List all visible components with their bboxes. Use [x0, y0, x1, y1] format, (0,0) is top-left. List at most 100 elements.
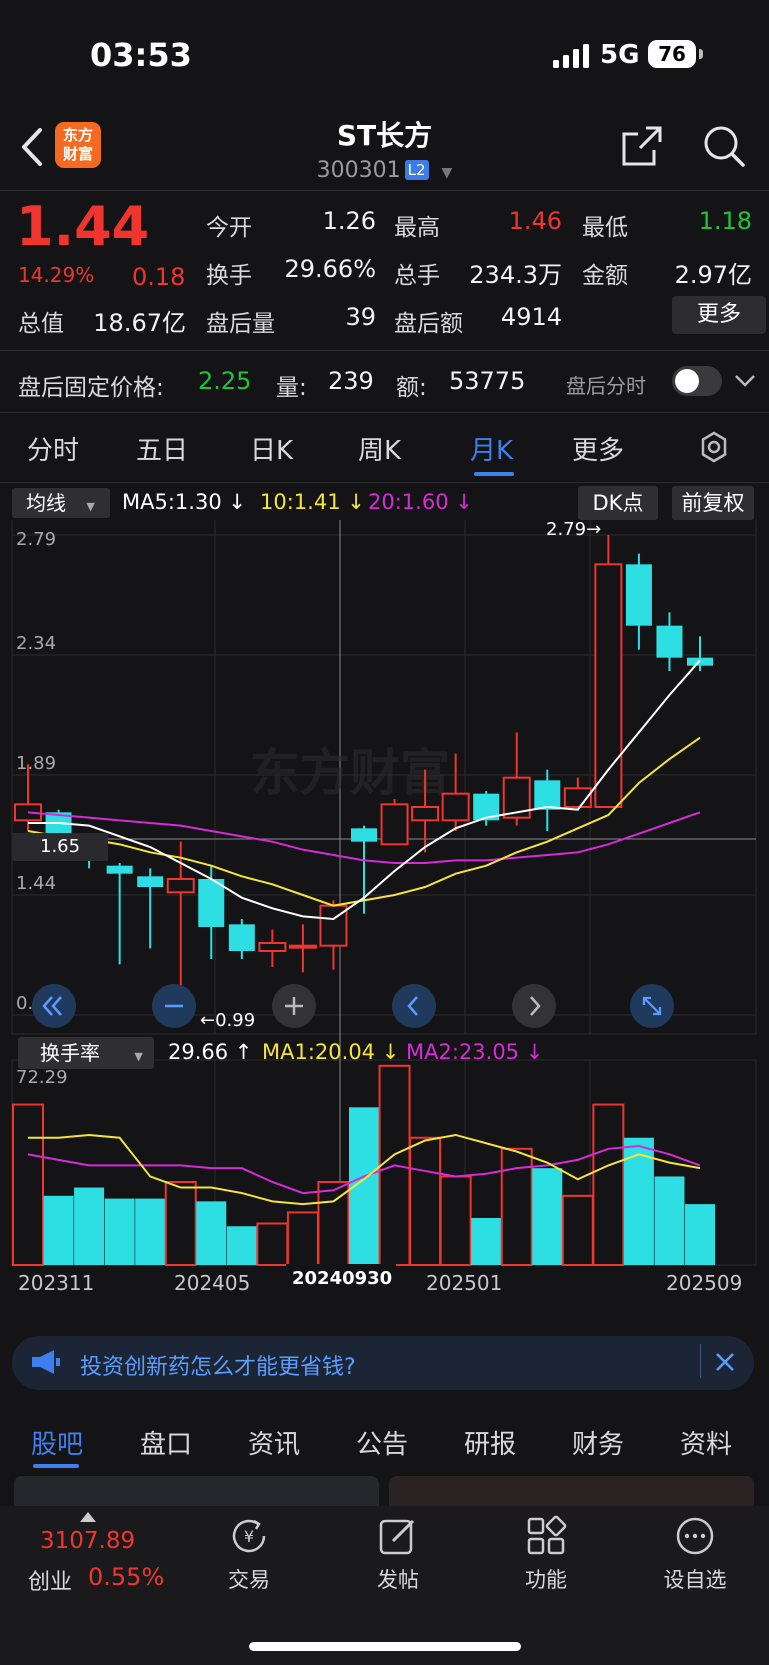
volume-bar	[226, 1226, 257, 1265]
gear-icon[interactable]	[697, 430, 731, 464]
scroll-left-button[interactable]	[392, 984, 436, 1028]
after-hours-fixed-price: 2.25	[198, 367, 252, 395]
volume-label: 总手	[394, 263, 440, 289]
tab-research[interactable]: 研报	[464, 1424, 516, 1461]
chevron-right-icon	[530, 996, 541, 1016]
tab-financials[interactable]: 财务	[572, 1424, 624, 1461]
level2-badge: L2	[404, 160, 429, 180]
active-tab-indicator	[474, 472, 514, 476]
volume-bar	[12, 1103, 44, 1267]
signal-icon	[553, 44, 589, 68]
tab-weekly-k[interactable]: 周K	[358, 430, 401, 467]
ma-indicator-selector[interactable]: 均线 ▼	[12, 488, 110, 518]
compose-icon[interactable]	[377, 1515, 419, 1557]
candle-body	[137, 876, 164, 887]
home-indicator	[249, 1642, 521, 1651]
candle-body	[228, 924, 255, 951]
volume-bar	[286, 1211, 319, 1267]
candle-body	[380, 803, 409, 846]
nav-watchlist[interactable]: 设自选	[645, 1564, 745, 1594]
close-icon[interactable]	[714, 1351, 736, 1373]
volume-bar	[135, 1198, 166, 1265]
volume-bar	[654, 1176, 685, 1265]
tab-order-book[interactable]: 盘口	[140, 1424, 192, 1461]
nav-functions[interactable]: 功能	[496, 1564, 596, 1594]
megaphone-icon	[32, 1350, 60, 1374]
zoom-in-button[interactable]	[272, 984, 316, 1028]
tab-profile[interactable]: 资料	[680, 1424, 732, 1461]
index-value[interactable]: 3107.89	[40, 1528, 135, 1554]
turnover-indicator-selector[interactable]: 换手率 ▼	[18, 1037, 154, 1069]
turnover-now-value: 29.66 ↑	[168, 1040, 253, 1064]
high-label: 最高	[394, 215, 440, 241]
double-chevron-left-icon	[42, 996, 62, 1016]
dk-point-button[interactable]: DK点	[578, 486, 658, 520]
change-amount: 0.18	[132, 263, 186, 291]
caret-down-icon: ▼	[134, 1050, 143, 1063]
index-name[interactable]: 创业	[28, 1564, 72, 1596]
x-axis-label: 202501	[426, 1271, 502, 1295]
volume-bar	[685, 1204, 715, 1265]
caret-down-icon: ▼	[86, 500, 95, 513]
after-hours-amt: 53775	[449, 367, 526, 395]
svg-text:¥: ¥	[244, 1527, 254, 1546]
chevron-down-icon[interactable]	[734, 374, 756, 388]
more-circle-icon[interactable]	[674, 1515, 716, 1557]
tab-five-day[interactable]: 五日	[136, 430, 188, 467]
candle-body	[534, 780, 561, 810]
zoom-out-button[interactable]	[152, 984, 196, 1028]
tab-news[interactable]: 资讯	[248, 1424, 300, 1461]
status-time: 03:53	[90, 36, 192, 74]
tab-more[interactable]: 更多	[572, 430, 624, 467]
volume-bar	[104, 1198, 135, 1265]
stock-code: 300301	[316, 158, 401, 183]
more-button[interactable]: 更多	[672, 296, 766, 334]
nav-post[interactable]: 发帖	[348, 1564, 448, 1594]
volume-bar	[196, 1201, 227, 1265]
active-bottom-tab-indicator	[33, 1464, 79, 1468]
index-change[interactable]: 0.55%	[88, 1563, 164, 1591]
scroll-right-button[interactable]	[512, 984, 556, 1028]
tab-monthly-k[interactable]: 月K	[470, 430, 513, 467]
crosshair-price-label: 1.65	[12, 833, 108, 861]
vol-selector-label: 换手率	[40, 1041, 100, 1065]
candle-body	[411, 806, 440, 822]
ma20-value: 20:1.60 ↓	[368, 490, 473, 514]
nav-trade[interactable]: 交易	[199, 1564, 299, 1594]
y-tick-label: 1.44	[16, 873, 56, 894]
after-hours-toggle-knob	[675, 369, 699, 393]
min-price-marker: ←0.99	[200, 1010, 255, 1031]
turnover-ma1-value: MA1:20.04 ↓	[262, 1040, 400, 1064]
change-percent: 14.29%	[18, 263, 95, 287]
volume-bar	[561, 1194, 594, 1267]
forward-adjust-button[interactable]: 前复权	[672, 486, 754, 520]
y-tick-label: 2.79	[16, 529, 56, 550]
candle-body	[166, 878, 195, 894]
post-card-peek[interactable]	[389, 1476, 754, 1506]
mktcap-label: 总值	[18, 311, 64, 337]
share-icon[interactable]	[620, 124, 664, 168]
tab-guba[interactable]: 股吧	[31, 1424, 83, 1461]
x-axis-label: 202405	[174, 1271, 250, 1295]
watermark: 东方财富	[250, 744, 450, 802]
candle-body	[288, 944, 317, 949]
volume-bar	[409, 1136, 442, 1266]
ma-selector-label: 均线	[26, 491, 66, 515]
candle-body	[351, 828, 377, 842]
plus-icon	[285, 997, 303, 1015]
scroll-left-fast-button[interactable]	[32, 984, 76, 1028]
tab-intraday[interactable]: 分时	[27, 430, 79, 467]
open-value: 1.26	[322, 207, 376, 235]
candle-body	[625, 564, 652, 626]
fullscreen-button[interactable]	[630, 984, 674, 1028]
functions-icon[interactable]	[525, 1515, 567, 1557]
trade-icon[interactable]: ¥	[228, 1515, 270, 1557]
turnover-value: 29.66%	[284, 255, 376, 283]
tab-announcements[interactable]: 公告	[356, 1424, 408, 1461]
promo-divider	[700, 1344, 701, 1378]
post-card-peek[interactable]	[14, 1476, 379, 1506]
turnover-ma2-value: MA2:23.05 ↓	[406, 1040, 544, 1064]
tab-daily-k[interactable]: 日K	[250, 430, 293, 467]
kline-chart[interactable]: 2.792.341.891.440.99 东方财富 72.29202311202…	[0, 520, 769, 1320]
search-icon[interactable]	[702, 124, 746, 168]
